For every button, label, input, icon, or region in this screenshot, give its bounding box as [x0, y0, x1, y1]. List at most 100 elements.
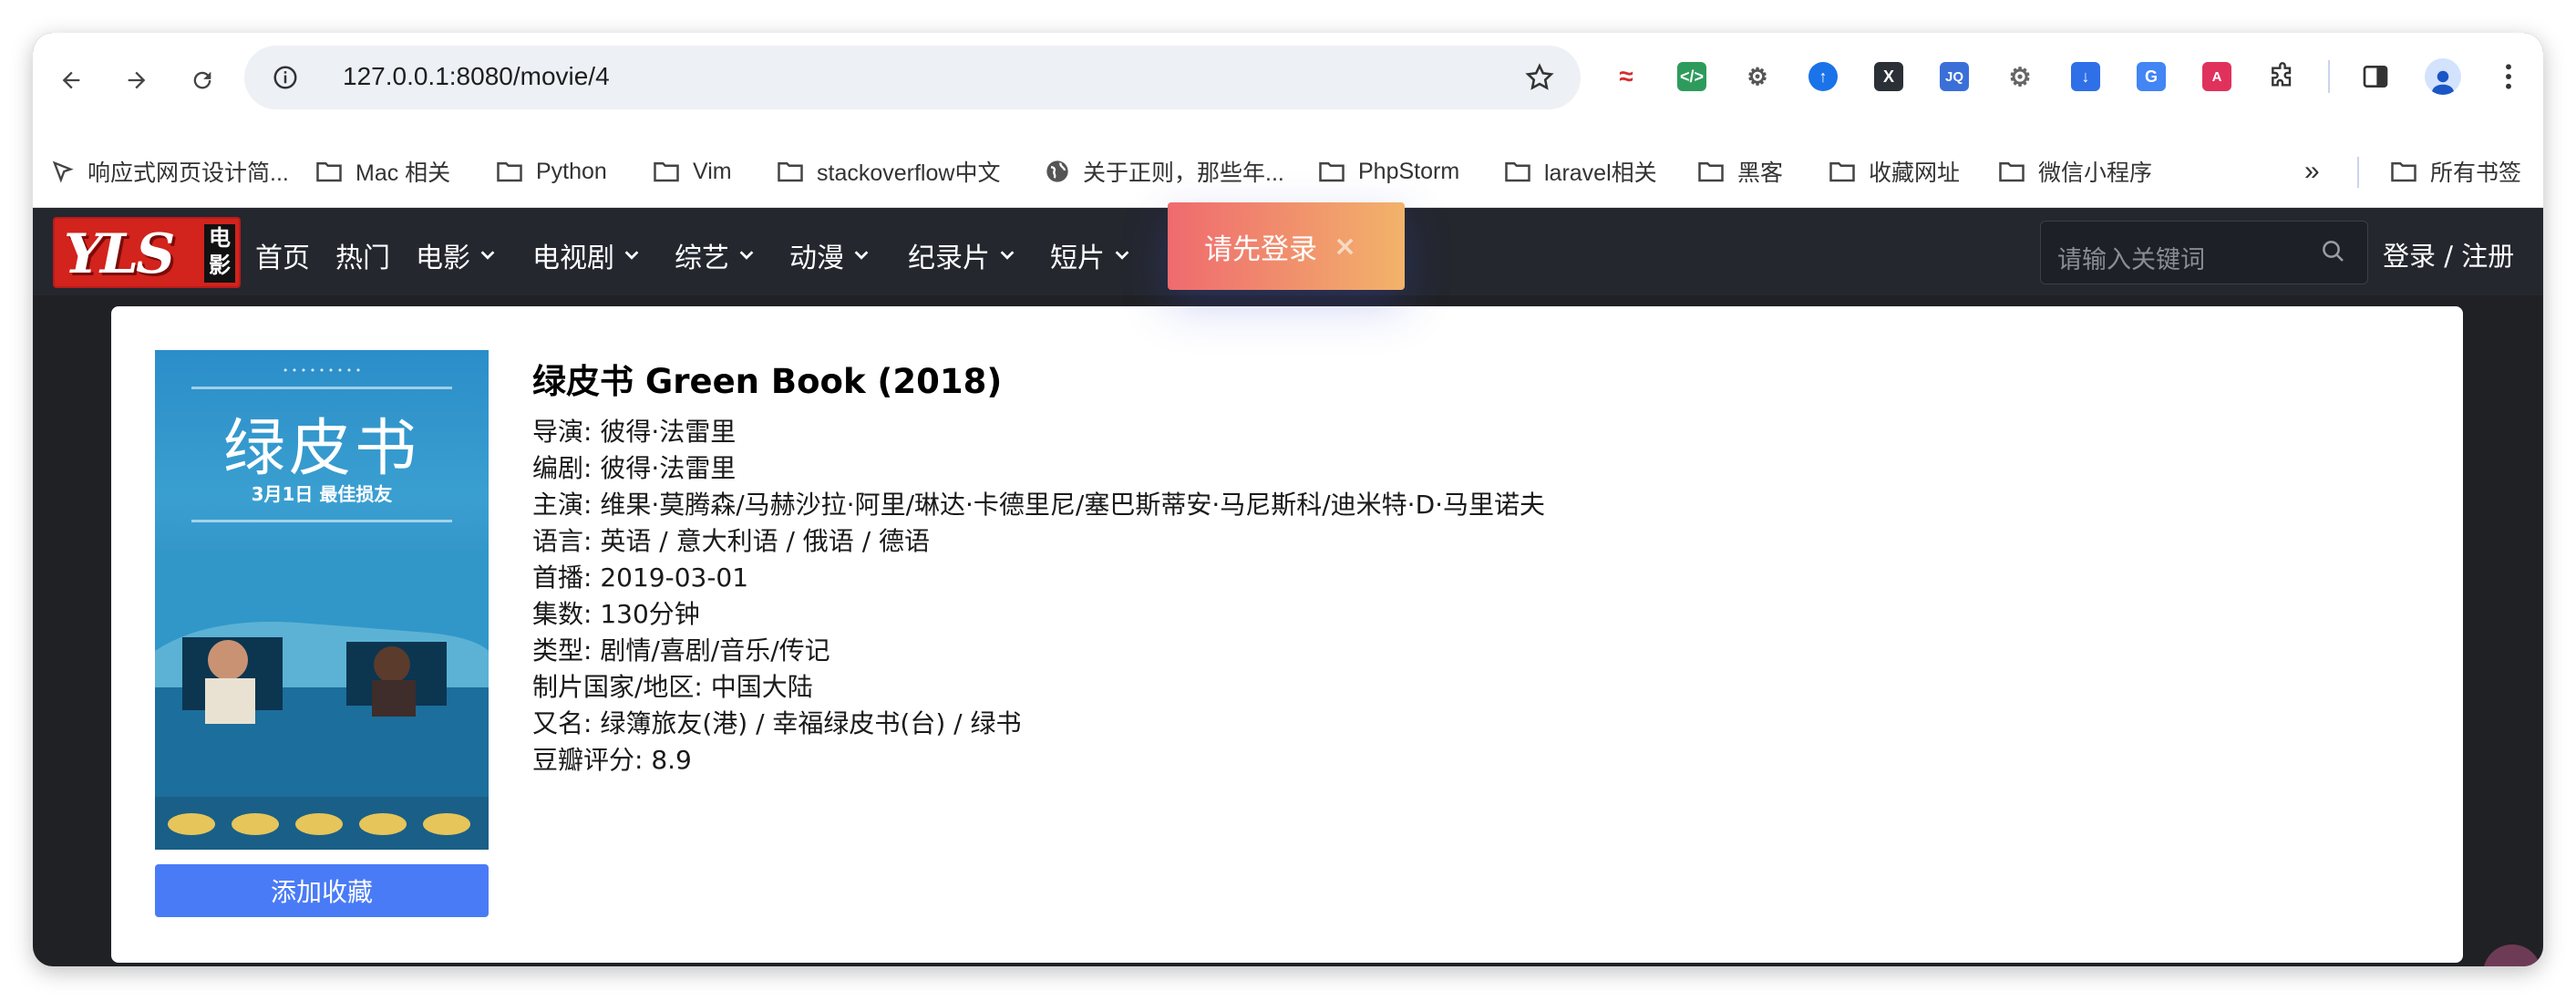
nav-documentary[interactable]: 纪录片 [908, 235, 1017, 275]
bookmark-folder[interactable]: PhpStorm [1318, 153, 1459, 190]
bookmark-label: 响应式网页设计简... [88, 160, 289, 186]
bookmark-folder[interactable]: Python [496, 153, 607, 190]
movie-writer: 编剧: 彼得·法雷里 [532, 453, 737, 483]
browser-window: 127.0.0.1:8080/movie/4 ≈ </> ⚙ ↑ X JQ ⚙ … [33, 33, 2543, 966]
bookmark-label: 关于正则，那些年... [1083, 160, 1284, 186]
bookmark-folder[interactable]: stackoverflow中文 [777, 153, 1000, 190]
folder-icon [654, 162, 679, 182]
forward-button[interactable] [113, 57, 160, 104]
nav-label: 电影 [416, 243, 470, 274]
nav-hot[interactable]: 热门 [335, 235, 390, 275]
bookmark-label: Python [536, 158, 607, 184]
poster-car-image [155, 551, 489, 850]
site-info-icon[interactable] [272, 64, 299, 91]
bookmark-folder[interactable]: 黑客 [1697, 153, 1783, 190]
bookmark-item[interactable]: 响应式网页设计简... [49, 153, 289, 190]
folder-icon [1829, 162, 1855, 182]
search-icon[interactable] [2320, 238, 2347, 265]
movie-country: 制片国家/地区: 中国大陆 [532, 672, 813, 702]
bookmark-folder[interactable]: Vim [653, 153, 732, 190]
nav-label: 纪录片 [908, 243, 990, 274]
all-bookmarks-label: 所有书签 [2430, 160, 2522, 186]
toast-message: 请先登录 [1204, 232, 1317, 266]
folder-icon [778, 162, 803, 182]
chevron-down-icon [480, 251, 495, 260]
side-panel-icon[interactable] [2354, 55, 2397, 98]
bookmark-item[interactable]: 关于正则，那些年... [1045, 153, 1284, 190]
nav-label: 热门 [335, 243, 390, 274]
extension-download-icon[interactable]: ↓ [2064, 55, 2107, 98]
bookmark-label: laravel相关 [1544, 160, 1657, 186]
nav-label: 综艺 [675, 243, 729, 274]
chevron-down-icon [854, 251, 869, 260]
bookmark-label: 收藏网址 [1869, 160, 1961, 186]
bookmark-folder[interactable]: 收藏网址 [1829, 153, 1960, 190]
nav-home[interactable]: 首页 [255, 235, 310, 275]
more-bookmarks-chevron-icon[interactable]: » [2304, 153, 2320, 190]
chevron-down-icon [739, 251, 754, 260]
close-icon[interactable]: × [1334, 231, 1356, 263]
movie-info: 绿皮书 Green Book (2018) 导演: 彼得·法雷里 编剧: 彼得·… [532, 354, 1545, 779]
poster-tagline: • • • • • • • • • [282, 365, 362, 377]
folder-icon [1319, 162, 1345, 182]
nav-anime[interactable]: 动漫 [789, 235, 871, 275]
extension-red-swirl-icon[interactable]: ≈ [1604, 55, 1648, 98]
address-bar[interactable]: 127.0.0.1:8080/movie/4 [244, 46, 1581, 109]
profile-avatar-icon[interactable] [2421, 55, 2465, 98]
chevron-down-icon [1115, 251, 1129, 260]
bookmark-folder[interactable]: Mac 相关 [315, 153, 450, 190]
nav-label: 动漫 [789, 243, 844, 274]
poster-title: 绿皮书 [222, 413, 420, 485]
movie-cast: 主演: 维果·莫腾森/马赫沙拉·阿里/琳达·卡德里尼/塞巴斯蒂安·马尼斯科/迪米… [532, 490, 1546, 520]
search-box[interactable]: 请输入关键词 [2040, 221, 2368, 284]
bookmark-label: PhpStorm [1358, 158, 1460, 184]
nav-variety[interactable]: 综艺 [675, 235, 757, 275]
bookmark-label: 黑客 [1737, 160, 1784, 186]
bookmark-label: 微信小程序 [2038, 160, 2153, 186]
bookmark-folder[interactable]: laravel相关 [1504, 153, 1657, 190]
url-text[interactable]: 127.0.0.1:8080/movie/4 [343, 62, 610, 91]
nav-shorts[interactable]: 短片 [1050, 235, 1132, 275]
folder-icon [1999, 162, 2025, 182]
bookmark-star-icon[interactable] [1524, 62, 1555, 93]
movie-director: 导演: 彼得·法雷里 [532, 417, 737, 447]
bookmarks-bar: 响应式网页设计简... Mac 相关 Python Vim stackoverf… [33, 137, 2543, 208]
extension-jq-icon[interactable]: JQ [1932, 55, 1976, 98]
bookmark-folder[interactable]: 微信小程序 [1998, 153, 2152, 190]
nav-label: 首页 [255, 243, 310, 274]
movie-language: 语言: 英语 / 意大利语 / 俄语 / 德语 [532, 526, 931, 556]
toolbar-divider [2328, 60, 2330, 93]
add-favorite-button[interactable]: 添加收藏 [155, 864, 489, 917]
nav-label: 短片 [1050, 243, 1105, 274]
all-bookmarks-folder[interactable]: 所有书签 [2390, 153, 2521, 190]
extension-translate-icon[interactable]: G [2129, 55, 2173, 98]
more-menu-icon[interactable] [2487, 55, 2530, 98]
poster-decor-line [191, 387, 452, 389]
extension-gear-icon[interactable]: ⚙ [1998, 55, 2042, 98]
extension-code-icon[interactable]: </> [1670, 55, 1714, 98]
nav-tv[interactable]: 电视剧 [532, 235, 642, 275]
movie-duration: 集数: 130分钟 [532, 599, 700, 629]
forward-arrow-icon [128, 71, 146, 89]
chevron-down-icon [1000, 251, 1015, 260]
poster-decor-line [191, 520, 452, 522]
globe-icon [1046, 160, 1068, 182]
extension-dict-icon[interactable]: A [2195, 55, 2239, 98]
extension-x-icon[interactable]: X [1867, 55, 1911, 98]
reload-icon [193, 71, 211, 89]
login-required-toast: 请先登录 × [1168, 202, 1405, 290]
floating-widget[interactable] [2483, 944, 2541, 966]
back-button[interactable] [47, 57, 95, 104]
extension-bug-icon[interactable]: ⚙ [1736, 55, 1779, 98]
movie-douban-rating: 豆瓣评分: 8.9 [532, 745, 692, 775]
folder-icon [497, 162, 522, 182]
chevron-down-icon [624, 251, 639, 260]
login-register-link[interactable]: 登录 / 注册 [2383, 235, 2514, 273]
nav-movies[interactable]: 电影 [416, 235, 498, 275]
reload-button[interactable] [179, 57, 226, 104]
back-arrow-icon [62, 71, 80, 89]
site-logo[interactable]: YLS 电影 [53, 217, 241, 288]
extensions-puzzle-icon[interactable] [2261, 55, 2304, 98]
search-placeholder: 请输入关键词 [2057, 246, 2205, 274]
extension-cloud-icon[interactable]: ↑ [1801, 55, 1845, 98]
